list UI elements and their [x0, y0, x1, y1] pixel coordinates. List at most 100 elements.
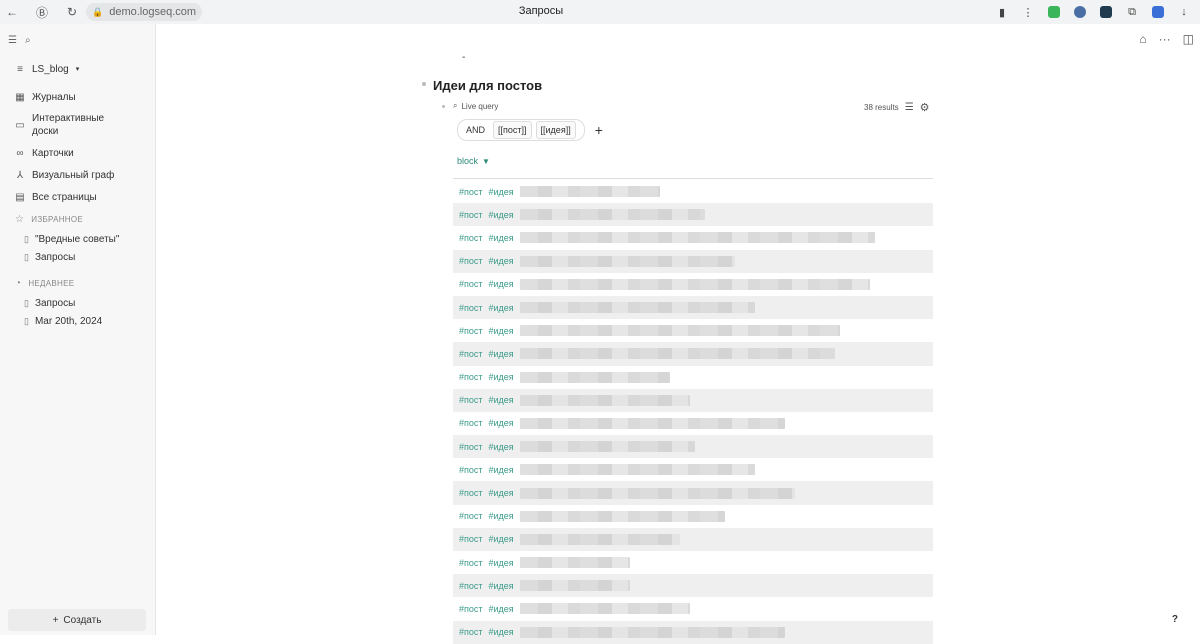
tag-post[interactable]: #пост — [459, 488, 483, 498]
settings-gear-icon[interactable]: ⚙ — [920, 101, 930, 114]
filter-tag-post[interactable]: [[пост]] — [493, 121, 532, 139]
table-row[interactable]: #пост #идея — [453, 273, 933, 296]
table-row[interactable]: #пост #идея — [453, 435, 933, 459]
table-row[interactable]: #пост #идея — [453, 319, 933, 342]
table-row[interactable]: #пост #идея — [453, 342, 933, 366]
filter-operator[interactable]: AND — [466, 125, 485, 135]
tag-post[interactable]: #пост — [459, 558, 483, 568]
tag-post[interactable]: #пост — [459, 465, 483, 475]
search-icon[interactable]: ⌕ — [25, 35, 31, 46]
tag-post[interactable]: #пост — [459, 395, 483, 405]
tag-post[interactable]: #пост — [459, 627, 483, 637]
favorite-item[interactable]: ▯ Запросы — [0, 248, 155, 266]
tag-post[interactable]: #пост — [459, 418, 483, 428]
live-query-label: ⌕ Live query — [453, 101, 499, 111]
extension-circle-icon[interactable] — [1070, 0, 1090, 24]
filter-tag-idea[interactable]: [[идея]] — [535, 121, 576, 139]
tag-idea[interactable]: #идея — [489, 488, 514, 498]
bookmark-icon[interactable]: ▮ — [992, 0, 1012, 24]
tag-idea[interactable]: #идея — [489, 534, 514, 544]
tag-post[interactable]: #пост — [459, 349, 483, 359]
tag-idea[interactable]: #идея — [489, 395, 514, 405]
more-icon[interactable]: ··· — [1159, 32, 1171, 46]
tag-post[interactable]: #пост — [459, 604, 483, 614]
table-row[interactable]: #пост #идея — [453, 249, 933, 273]
tag-post[interactable]: #пост — [459, 442, 483, 452]
tag-post[interactable]: #пост — [459, 372, 483, 382]
table-row[interactable]: #пост #идея — [453, 295, 933, 320]
table-row[interactable]: #пост #идея — [453, 597, 933, 620]
table-row[interactable]: #пост #идея — [453, 366, 933, 389]
block-title[interactable]: Идеи для постов — [433, 78, 542, 93]
tag-idea[interactable]: #идея — [489, 581, 514, 591]
right-sidebar-toggle-icon[interactable]: ◫ — [1183, 32, 1194, 46]
tag-idea[interactable]: #идея — [489, 303, 514, 313]
tag-idea[interactable]: #идея — [489, 465, 514, 475]
table-row[interactable]: #пост #идея — [453, 481, 933, 505]
table-row[interactable]: #пост #идея — [453, 180, 933, 203]
query-filter-box[interactable]: AND [[пост]] [[идея]] — [457, 119, 585, 141]
tag-post[interactable]: #пост — [459, 303, 483, 313]
tag-idea[interactable]: #идея — [489, 256, 514, 266]
tag-post[interactable]: #пост — [459, 256, 483, 266]
table-row[interactable]: #пост #идея — [453, 527, 933, 551]
extension-profile-icon[interactable] — [1148, 0, 1168, 24]
tag-idea[interactable]: #идея — [489, 187, 514, 197]
favorites-header[interactable]: ☆ ИЗБРАННОЕ — [0, 208, 155, 230]
create-button[interactable]: + Создать — [8, 609, 146, 631]
tag-post[interactable]: #пост — [459, 233, 483, 243]
tag-idea[interactable]: #идея — [489, 442, 514, 452]
column-header-block[interactable]: block ▼ — [457, 156, 490, 166]
tag-post[interactable]: #пост — [459, 279, 483, 289]
list-view-icon[interactable]: ☰ — [905, 102, 914, 113]
table-row[interactable]: #пост #идея — [453, 505, 933, 528]
sidebar-item-whiteboards[interactable]: ▭ Интерактивные доски — [0, 108, 155, 142]
tag-post[interactable]: #пост — [459, 534, 483, 544]
table-row[interactable]: #пост #идея — [453, 574, 933, 598]
table-row[interactable]: #пост #идея — [453, 226, 933, 249]
block-bullet[interactable] — [422, 82, 426, 86]
tag-post[interactable]: #пост — [459, 187, 483, 197]
extension-camera-icon[interactable] — [1096, 0, 1116, 24]
tag-idea[interactable]: #идея — [489, 349, 514, 359]
sidebar-item-flashcards[interactable]: ∞ Карточки — [0, 142, 155, 164]
sidebar-item-journals[interactable]: ▦ Журналы — [0, 86, 155, 108]
tag-idea[interactable]: #идея — [489, 210, 514, 220]
favorite-item[interactable]: ▯ "Вредные советы" — [0, 230, 155, 248]
table-row[interactable]: #пост #идея — [453, 203, 933, 227]
table-row[interactable]: #пост #идея — [453, 388, 933, 412]
query-bullet[interactable] — [442, 105, 445, 108]
add-filter-button[interactable]: + — [595, 122, 603, 138]
menu-icon[interactable]: ☰ — [8, 35, 17, 46]
tag-idea[interactable]: #идея — [489, 233, 514, 243]
tag-idea[interactable]: #идея — [489, 418, 514, 428]
table-row[interactable]: #пост #идея — [453, 412, 933, 435]
tag-post[interactable]: #пост — [459, 511, 483, 521]
help-button[interactable]: ? — [1172, 614, 1178, 625]
graph-selector[interactable]: ≡ LS_blog ▾ — [0, 58, 155, 80]
recent-header[interactable]: ◔ НЕДАВНЕЕ — [0, 272, 155, 294]
redacted-text — [519, 626, 785, 638]
table-row[interactable]: #пост #идея — [453, 620, 933, 644]
tag-idea[interactable]: #идея — [489, 372, 514, 382]
tag-idea[interactable]: #идея — [489, 511, 514, 521]
tag-post[interactable]: #пост — [459, 210, 483, 220]
download-icon[interactable]: ↓ — [1174, 0, 1194, 24]
recent-item[interactable]: ▯ Запросы — [0, 294, 155, 312]
tag-post[interactable]: #пост — [459, 581, 483, 591]
more-menu-icon[interactable]: ⋮ — [1018, 0, 1038, 24]
home-icon[interactable]: ⌂ — [1139, 32, 1146, 46]
tag-idea[interactable]: #идея — [489, 627, 514, 637]
extension-shield-icon[interactable] — [1044, 0, 1064, 24]
tag-idea[interactable]: #идея — [489, 326, 514, 336]
table-row[interactable]: #пост #идея — [453, 551, 933, 574]
tag-idea[interactable]: #идея — [489, 558, 514, 568]
tag-idea[interactable]: #идея — [489, 279, 514, 289]
sidebar-item-all-pages[interactable]: ▤ Все страницы — [0, 186, 155, 208]
table-row[interactable]: #пост #идея — [453, 458, 933, 481]
recent-item[interactable]: ▯ Mar 20th, 2024 — [0, 312, 155, 330]
tag-idea[interactable]: #идея — [489, 604, 514, 614]
tag-post[interactable]: #пост — [459, 326, 483, 336]
extension-puzzle-icon[interactable]: ⧉ — [1122, 0, 1142, 24]
sidebar-item-graph-view[interactable]: ⅄ Визуальный граф — [0, 164, 155, 186]
